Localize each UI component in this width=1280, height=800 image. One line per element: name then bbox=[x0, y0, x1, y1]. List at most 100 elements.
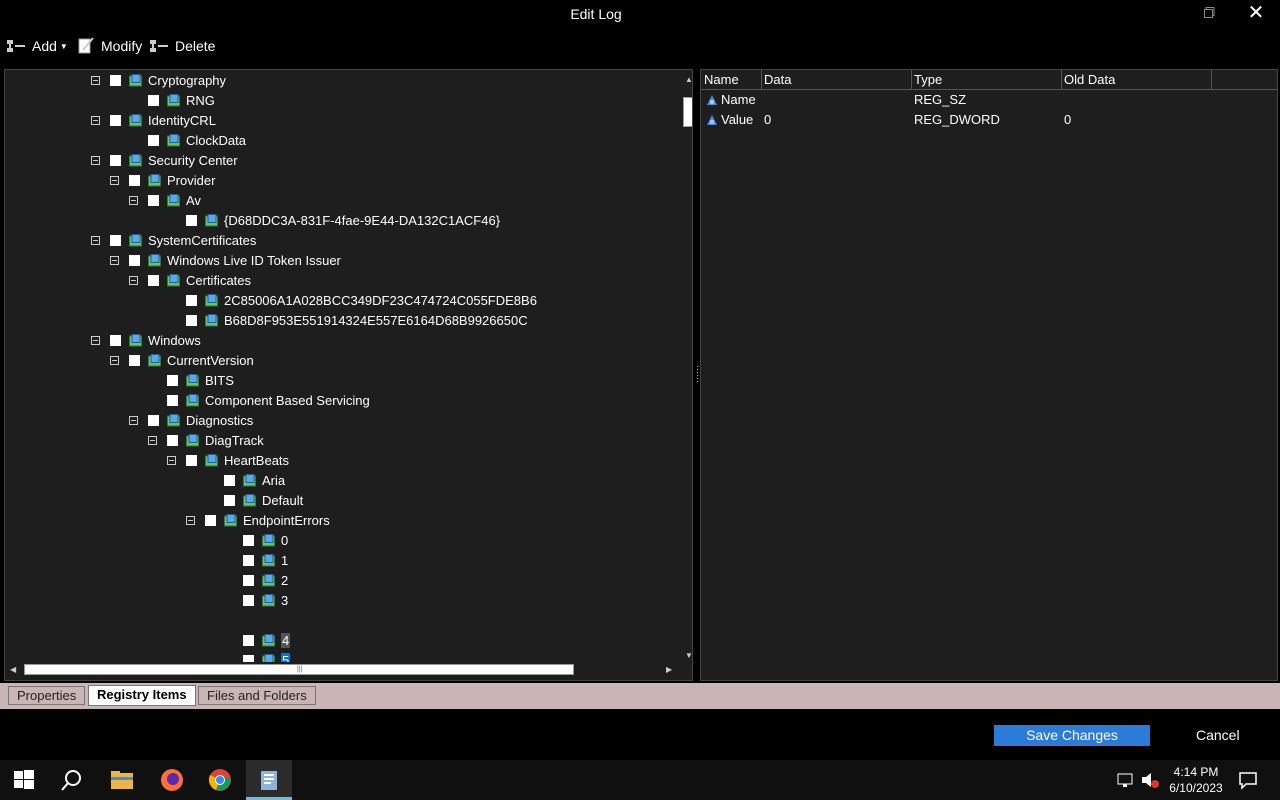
search-icon[interactable] bbox=[60, 768, 84, 792]
collapse-icon[interactable] bbox=[110, 355, 119, 365]
tree-item-checkbox[interactable] bbox=[148, 414, 159, 426]
tree-item[interactable]: Windows bbox=[91, 330, 201, 350]
collapse-icon[interactable] bbox=[91, 155, 100, 165]
tree-item-checkbox[interactable] bbox=[167, 374, 178, 386]
tree-item[interactable]: {D68DDC3A-831F-4fae-9E44-DA132C1ACF46} bbox=[167, 210, 500, 230]
collapse-icon[interactable] bbox=[129, 415, 138, 425]
tree-item[interactable]: Av bbox=[129, 190, 201, 210]
registry-values-list[interactable]: Name Data Type Old Data Name REG_SZ Valu… bbox=[700, 69, 1278, 681]
tree-item-checkbox[interactable] bbox=[243, 554, 254, 566]
tree-item[interactable]: Component Based Servicing bbox=[148, 390, 370, 410]
tree-item-checkbox[interactable] bbox=[186, 294, 197, 306]
collapse-icon[interactable] bbox=[129, 195, 138, 205]
collapse-icon[interactable] bbox=[167, 455, 176, 465]
tree-item-checkbox[interactable] bbox=[224, 494, 235, 506]
tree-item[interactable]: 2 bbox=[224, 570, 288, 590]
tree-item[interactable]: 0 bbox=[224, 530, 288, 550]
tree-item-checkbox[interactable] bbox=[167, 394, 178, 406]
restore-icon[interactable] bbox=[1204, 7, 1215, 18]
column-header-data[interactable]: Data bbox=[764, 72, 791, 87]
tree-item[interactable]: ClockData bbox=[129, 130, 246, 150]
cancel-button[interactable]: Cancel bbox=[1196, 725, 1240, 746]
collapse-icon[interactable] bbox=[129, 275, 138, 285]
tree-item[interactable]: BITS bbox=[148, 370, 234, 390]
tree-item-checkbox[interactable] bbox=[186, 454, 197, 466]
tree-item-checkbox[interactable] bbox=[129, 354, 140, 366]
network-icon[interactable] bbox=[1116, 770, 1136, 790]
tree-item-checkbox[interactable] bbox=[110, 154, 121, 166]
scroll-left-icon[interactable]: ◀ bbox=[10, 665, 16, 674]
tree-item-checkbox[interactable] bbox=[129, 254, 140, 266]
tree-item-checkbox[interactable] bbox=[186, 214, 197, 226]
add-button[interactable]: Add ▼ bbox=[6, 36, 68, 56]
tree-item-checkbox[interactable] bbox=[110, 334, 121, 346]
tree-item-checkbox[interactable] bbox=[110, 114, 121, 126]
system-clock[interactable]: 4:14 PM 6/10/2023 bbox=[1164, 764, 1228, 796]
tree-item[interactable]: RNG bbox=[129, 90, 215, 110]
scroll-down-icon[interactable]: ▼ bbox=[685, 651, 692, 660]
tree-item[interactable]: Security Center bbox=[91, 150, 238, 170]
notifications-icon[interactable] bbox=[1238, 770, 1258, 790]
tree-horizontal-scroll-thumb[interactable]: ||| bbox=[24, 664, 574, 675]
file-explorer-icon[interactable] bbox=[110, 768, 134, 792]
tree-item[interactable]: Cryptography bbox=[91, 70, 226, 90]
tree-item[interactable]: 2C85006A1A028BCC349DF23C474724C055FDE8B6 bbox=[167, 290, 537, 310]
tree-item[interactable]: CurrentVersion bbox=[110, 350, 254, 370]
table-row[interactable]: Name REG_SZ bbox=[701, 90, 1277, 110]
registry-tree[interactable]: Cryptography RNG IdentityCRL ClockData Secur… bbox=[4, 69, 693, 681]
tree-item[interactable]: 4 bbox=[224, 630, 291, 650]
firefox-icon[interactable] bbox=[160, 768, 184, 792]
tree-vertical-scroll-thumb[interactable] bbox=[683, 97, 692, 127]
tree-item-checkbox[interactable] bbox=[224, 474, 235, 486]
tree-item[interactable]: 5 bbox=[224, 650, 291, 662]
collapse-icon[interactable] bbox=[186, 515, 195, 525]
delete-button[interactable]: Delete bbox=[149, 36, 215, 56]
collapse-icon[interactable] bbox=[148, 435, 157, 445]
tree-item[interactable]: EndpointErrors bbox=[186, 510, 330, 530]
tree-item-checkbox[interactable] bbox=[243, 634, 254, 646]
tree-item[interactable]: 3 bbox=[224, 590, 288, 610]
tree-item-checkbox[interactable] bbox=[243, 534, 254, 546]
modify-button[interactable]: Modify bbox=[77, 36, 142, 56]
tree-item-checkbox[interactable] bbox=[148, 134, 159, 146]
tree-item[interactable]: Diagnostics bbox=[129, 410, 253, 430]
tree-item[interactable]: Certificates bbox=[129, 270, 251, 290]
volume-muted-icon[interactable] bbox=[1140, 770, 1160, 790]
chevron-down-icon[interactable]: ▼ bbox=[60, 42, 68, 51]
tree-item[interactable]: Aria bbox=[205, 470, 285, 490]
tree-item[interactable]: HeartBeats bbox=[167, 450, 289, 470]
tree-item-checkbox[interactable] bbox=[243, 654, 254, 662]
column-header-name[interactable]: Name bbox=[704, 72, 739, 87]
tree-item-checkbox[interactable] bbox=[186, 314, 197, 326]
tab-properties[interactable]: Properties bbox=[8, 686, 86, 705]
collapse-icon[interactable] bbox=[110, 175, 119, 185]
chrome-icon[interactable] bbox=[208, 768, 232, 792]
column-header-type[interactable]: Type bbox=[914, 72, 942, 87]
tree-item[interactable]: Windows Live ID Token Issuer bbox=[110, 250, 341, 270]
collapse-icon[interactable] bbox=[91, 75, 100, 85]
tree-item-checkbox[interactable] bbox=[148, 274, 159, 286]
tree-item[interactable]: DiagTrack bbox=[148, 430, 264, 450]
tree-horizontal-scrollbar[interactable]: ◀ ||| ▶ bbox=[6, 662, 678, 678]
tree-item-checkbox[interactable] bbox=[129, 174, 140, 186]
tree-vertical-scrollbar[interactable]: ▲ ▼ bbox=[681, 71, 692, 663]
collapse-icon[interactable] bbox=[91, 335, 100, 345]
tree-item-checkbox[interactable] bbox=[167, 434, 178, 446]
save-changes-button[interactable]: Save Changes bbox=[994, 725, 1150, 746]
close-icon[interactable]: ✕ bbox=[1246, 2, 1266, 24]
tree-item[interactable]: Default bbox=[205, 490, 303, 510]
tree-item-checkbox[interactable] bbox=[110, 74, 121, 86]
tree-item-checkbox[interactable] bbox=[110, 234, 121, 246]
tree-item-checkbox[interactable] bbox=[205, 514, 216, 526]
tree-item-checkbox[interactable] bbox=[243, 594, 254, 606]
table-row[interactable]: Value 0 REG_DWORD 0 bbox=[701, 110, 1277, 130]
collapse-icon[interactable] bbox=[91, 115, 100, 125]
tab-files-and-folders[interactable]: Files and Folders bbox=[198, 686, 316, 705]
tree-item-checkbox[interactable] bbox=[243, 574, 254, 586]
column-header-old-data[interactable]: Old Data bbox=[1064, 72, 1115, 87]
collapse-icon[interactable] bbox=[91, 235, 100, 245]
app-icon[interactable] bbox=[257, 768, 281, 792]
scroll-right-icon[interactable]: ▶ bbox=[666, 665, 672, 674]
start-icon[interactable] bbox=[12, 768, 36, 792]
tab-registry-items[interactable]: Registry Items bbox=[88, 685, 196, 706]
